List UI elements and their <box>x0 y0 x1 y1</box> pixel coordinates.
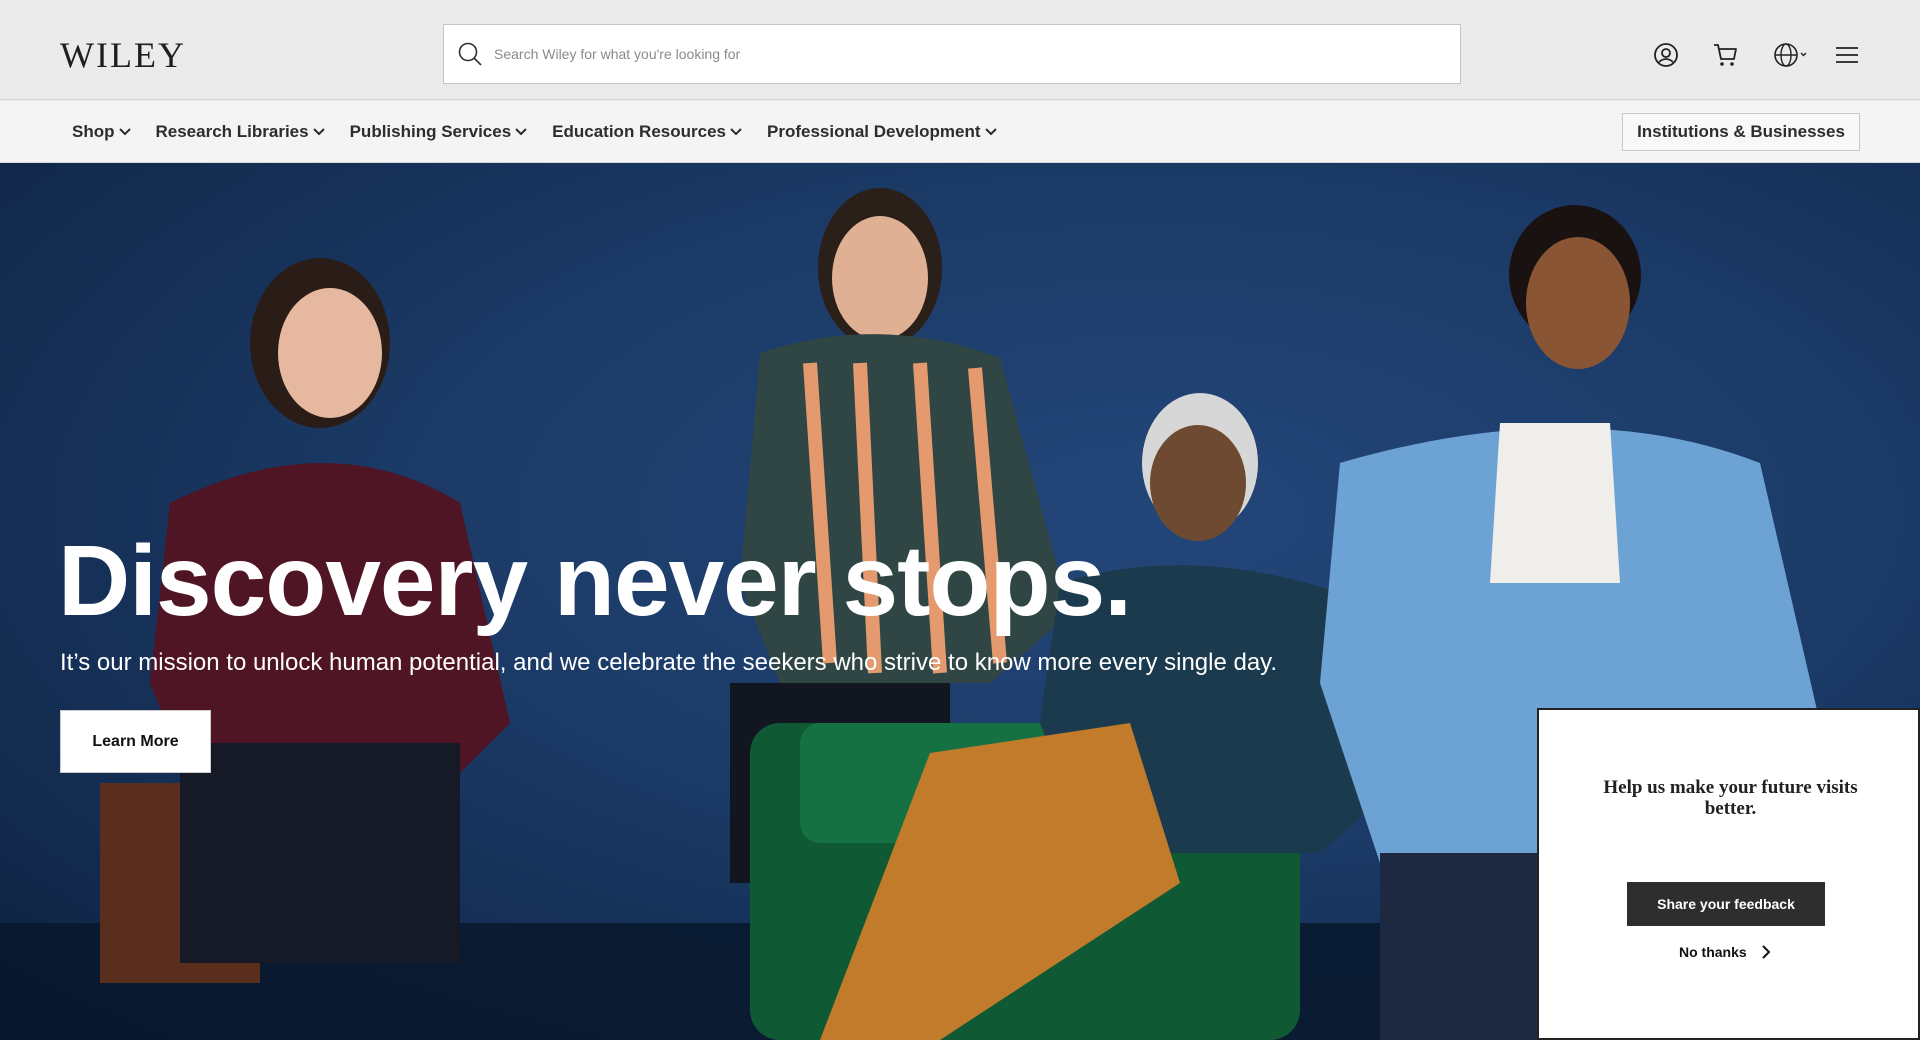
learn-more-button[interactable]: Learn More <box>60 710 211 773</box>
search-box[interactable] <box>443 24 1461 84</box>
chevron-down-icon <box>118 128 131 136</box>
hero-subtitle: It’s our mission to unlock human potenti… <box>60 649 1278 676</box>
search-input[interactable] <box>494 25 1460 83</box>
institutions-businesses-button[interactable]: Institutions & Businesses <box>1622 113 1860 151</box>
chevron-right-icon <box>1761 945 1771 959</box>
search-icon <box>458 42 482 66</box>
nav-item-education-resources[interactable]: Education Resources <box>552 122 742 142</box>
menu-icon[interactable] <box>1834 42 1860 68</box>
nav-item-shop[interactable]: Shop <box>72 122 131 142</box>
main-nav: Shop Research Libraries Publishing Servi… <box>0 101 1920 163</box>
no-thanks-label: No thanks <box>1679 944 1747 960</box>
nav-item-label: Education Resources <box>552 122 726 141</box>
chevron-down-icon <box>984 128 997 136</box>
globe-icon[interactable] <box>1773 42 1809 68</box>
cart-icon[interactable] <box>1712 42 1738 68</box>
chevron-down-icon <box>515 128 527 136</box>
nav-item-label: Publishing Services <box>349 122 512 141</box>
top-header: WILEY <box>0 0 1920 100</box>
share-feedback-button[interactable]: Share your feedback <box>1627 882 1825 926</box>
no-thanks-link[interactable]: No thanks <box>1679 944 1771 960</box>
feedback-message: Help us make your future visits better. <box>1603 777 1858 819</box>
hero-title: Discovery never stops. <box>58 525 1132 637</box>
chevron-down-icon <box>730 128 742 136</box>
nav-item-label: Research Libraries <box>155 122 309 141</box>
nav-item-professional-development[interactable]: Professional Development <box>767 122 997 142</box>
chevron-down-icon <box>312 128 325 136</box>
wiley-logo[interactable]: WILEY <box>60 34 186 76</box>
account-icon[interactable] <box>1653 42 1679 68</box>
nav-item-label: Professional Development <box>766 122 981 141</box>
nav-item-label: Shop <box>72 122 115 141</box>
nav-item-research-libraries[interactable]: Research Libraries <box>156 122 325 142</box>
feedback-panel: Help us make your future visits better. … <box>1537 708 1920 1040</box>
nav-item-publishing-services[interactable]: Publishing Services <box>350 122 528 142</box>
